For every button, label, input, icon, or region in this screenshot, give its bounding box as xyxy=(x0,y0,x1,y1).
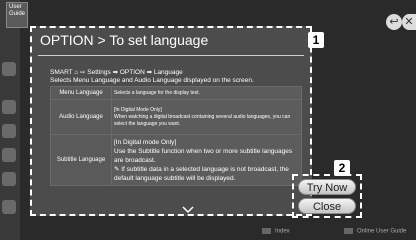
footer-index[interactable]: Index xyxy=(262,228,290,240)
row-desc: [In Digital Mode Only] When watching a d… xyxy=(111,99,302,135)
bg-icon-6 xyxy=(2,200,16,214)
index-icon xyxy=(262,228,271,234)
close-button[interactable]: Close xyxy=(298,198,356,214)
row-name: Menu Language xyxy=(50,86,112,100)
option-panel: OPTION > To set language 1 SMART ⌂ ⇨ Set… xyxy=(30,26,324,216)
bg-icon-3 xyxy=(2,124,16,138)
chevron-down-icon[interactable] xyxy=(182,206,194,214)
footer-online-guide[interactable]: Online User Guide xyxy=(344,228,406,240)
panel-title: OPTION > To set language xyxy=(40,32,209,48)
breadcrumb: SMART ⌂ ⇨ Settings ➡ OPTION ➡ Language xyxy=(50,69,183,76)
bg-icon-4 xyxy=(2,148,16,162)
close-icon[interactable]: ✕ xyxy=(402,14,416,30)
row-name: Audio Language xyxy=(50,99,112,135)
table-row: Audio Language [In Digital Mode Only] Wh… xyxy=(50,99,302,135)
try-now-button[interactable]: Try Now xyxy=(298,179,356,195)
back-icon[interactable]: ↩ xyxy=(386,14,402,30)
row-desc: Selects a language for the display text. xyxy=(111,86,302,100)
bg-icon-5 xyxy=(2,172,16,186)
online-guide-icon xyxy=(344,228,353,234)
row-desc: [In Digital mode Only] Use the Subtitle … xyxy=(111,134,302,186)
user-guide-badge: User Guide xyxy=(6,2,28,28)
table-row: Menu Language Selects a language for the… xyxy=(50,86,302,100)
table-row: Subtitle Language [In Digital mode Only]… xyxy=(50,134,302,186)
bg-icon-2 xyxy=(2,100,16,114)
callout-1: 1 xyxy=(308,32,324,48)
title-divider xyxy=(38,55,304,56)
row-name: Subtitle Language xyxy=(50,134,112,186)
footer-index-label: Index xyxy=(275,228,290,235)
bg-icon-1 xyxy=(2,62,16,76)
action-button-group: Try Now Close xyxy=(292,174,362,218)
instructions: Selects Menu Language and Audio Language… xyxy=(50,77,254,84)
settings-table: Menu Language Selects a language for the… xyxy=(50,86,302,186)
footer-online-label: Online User Guide xyxy=(357,228,407,235)
